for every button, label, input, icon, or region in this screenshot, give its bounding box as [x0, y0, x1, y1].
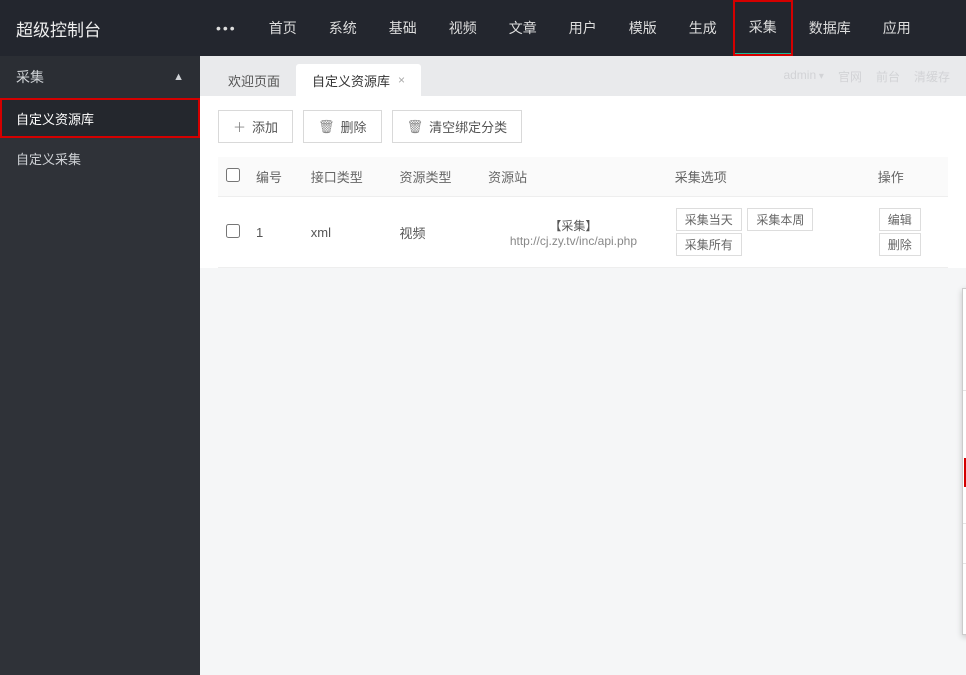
collect-week-button[interactable]: 采集本周 — [747, 208, 813, 231]
table-header-row: 编号 接口类型 资源类型 资源站 采集选项 操作 — [218, 157, 948, 197]
col-actions: 操作 — [870, 157, 948, 197]
nav-video[interactable]: 视频 — [433, 0, 493, 56]
sidebar-header[interactable]: 采集 ▲ — [0, 56, 200, 98]
top-nav: ••• 首页 系统 基础 视频 文章 用户 模版 生成 采集 数据库 应用 — [200, 0, 927, 56]
brand-title: 超级控制台 — [0, 16, 200, 41]
clear-bind-button[interactable]: 🗑 清空绑定分类 — [392, 110, 523, 143]
tab-label: 自定义资源库 — [312, 71, 390, 90]
resource-table: 编号 接口类型 资源类型 资源站 采集选项 操作 1 xml 视频 — [218, 157, 948, 268]
main-layout: 采集 ▲ 自定义资源库 自定义采集 欢迎页面 自定义资源库 × admin 官网… — [0, 56, 966, 675]
tabstrip: 欢迎页面 自定义资源库 × admin 官网 前台 清缓存 — [200, 56, 966, 96]
nav-database[interactable]: 数据库 — [793, 0, 867, 56]
tab-resource-lib[interactable]: 自定义资源库 × — [296, 64, 421, 96]
collect-all-button[interactable]: 采集所有 — [676, 233, 742, 256]
toolbar: ＋ 添加 🗑 删除 🗑 清空绑定分类 — [200, 96, 966, 157]
edit-button[interactable]: 编辑 — [879, 208, 921, 231]
delete-button[interactable]: 🗑 删除 — [303, 110, 382, 143]
cell-actions: 编辑 删除 — [870, 197, 948, 268]
link-clear-cache[interactable]: 清缓存 — [914, 68, 950, 85]
btn-label: 删除 — [341, 117, 367, 136]
nav-template[interactable]: 模版 — [613, 0, 673, 56]
topbar: 超级控制台 ••• 首页 系统 基础 视频 文章 用户 模版 生成 采集 数据库… — [0, 0, 966, 56]
row-checkbox[interactable] — [226, 224, 240, 238]
cell-id: 1 — [248, 197, 303, 268]
content-area: 欢迎页面 自定义资源库 × admin 官网 前台 清缓存 ＋ 添加 🗑 删除 — [200, 56, 966, 675]
add-button[interactable]: ＋ 添加 — [218, 110, 293, 143]
sidebar-item-label: 自定义采集 — [16, 149, 81, 168]
context-menu: 在新标签页中打开(T) 在新窗口中打开链接(W) 在隐身窗口中打开(G) 目标另… — [962, 288, 966, 635]
select-all-checkbox[interactable] — [226, 168, 240, 182]
btn-label: 清空绑定分类 — [429, 117, 507, 136]
btn-label: 添加 — [252, 117, 278, 136]
link-front[interactable]: 前台 — [876, 68, 900, 85]
row-delete-button[interactable]: 删除 — [879, 233, 921, 256]
col-options: 采集选项 — [667, 157, 870, 197]
cell-rtype: 视频 — [391, 197, 480, 268]
cell-itype: xml — [303, 197, 392, 268]
resource-title[interactable]: 【采集】 — [488, 217, 659, 234]
nav-article[interactable]: 文章 — [493, 0, 553, 56]
nav-user[interactable]: 用户 — [553, 0, 613, 56]
col-check — [218, 157, 248, 197]
nav-collect[interactable]: 采集 — [733, 0, 793, 56]
nav-app[interactable]: 应用 — [867, 0, 927, 56]
tab-label: 欢迎页面 — [228, 71, 280, 90]
col-resource: 资源站 — [480, 157, 667, 197]
trash-icon: 🗑 — [407, 119, 424, 135]
sidebar-item-custom-collect[interactable]: 自定义采集 — [0, 138, 200, 178]
link-official[interactable]: 官网 — [838, 68, 862, 85]
nav-system[interactable]: 系统 — [313, 0, 373, 56]
nav-generate[interactable]: 生成 — [673, 0, 733, 56]
nav-home[interactable]: 首页 — [253, 0, 313, 56]
collect-today-button[interactable]: 采集当天 — [676, 208, 742, 231]
sidebar: 采集 ▲ 自定义资源库 自定义采集 — [0, 56, 200, 675]
sidebar-item-label: 自定义资源库 — [16, 109, 94, 128]
trash-icon: 🗑 — [318, 119, 335, 135]
sidebar-header-label: 采集 — [16, 67, 44, 87]
user-menu[interactable]: admin — [783, 68, 824, 85]
tab-welcome[interactable]: 欢迎页面 — [212, 64, 296, 96]
table-wrap: 编号 接口类型 资源类型 资源站 采集选项 操作 1 xml 视频 — [200, 157, 966, 268]
col-id: 编号 — [248, 157, 303, 197]
col-itype: 接口类型 — [303, 157, 392, 197]
plus-icon: ＋ — [233, 117, 246, 136]
close-icon[interactable]: × — [398, 73, 405, 87]
cell-resource: 【采集】 http://cj.zy.tv/inc/api.php — [480, 197, 667, 268]
nav-basic[interactable]: 基础 — [373, 0, 433, 56]
nav-more[interactable]: ••• — [200, 0, 253, 56]
cell-options: 采集当天 采集本周 采集所有 — [667, 197, 870, 268]
sidebar-item-resource-lib[interactable]: 自定义资源库 — [0, 98, 200, 138]
col-rtype: 资源类型 — [391, 157, 480, 197]
table-row: 1 xml 视频 【采集】 http://cj.zy.tv/inc/api.ph… — [218, 197, 948, 268]
resource-url[interactable]: http://cj.zy.tv/inc/api.php — [488, 234, 659, 248]
header-ghost-links: admin 官网 前台 清缓存 — [783, 68, 950, 85]
chevron-up-icon: ▲ — [173, 71, 184, 83]
